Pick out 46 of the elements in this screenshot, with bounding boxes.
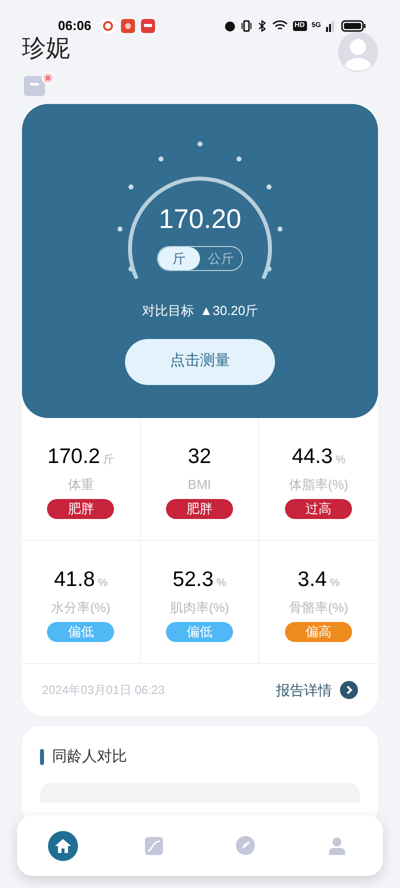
report-date: 2024年03月01日 06:23 xyxy=(42,682,165,699)
app-notification-icon xyxy=(141,19,156,33)
status-badge: 偏低 xyxy=(47,622,114,642)
vibrate-icon xyxy=(240,20,252,32)
metric-label: 体重 xyxy=(68,476,94,494)
battery-icon xyxy=(341,20,366,32)
metric-label: 肌肉率(%) xyxy=(170,599,230,617)
wifi-icon xyxy=(272,20,288,32)
app-notification-icon xyxy=(121,19,136,33)
status-badge: 肥胖 xyxy=(166,498,233,518)
metric-value: 32 xyxy=(188,444,212,470)
metric-value: 52.3 xyxy=(172,567,214,593)
metric-unit: % xyxy=(336,452,346,468)
section-marker xyxy=(40,749,44,766)
avatar[interactable] xyxy=(338,32,378,72)
metric-value: 44.3 xyxy=(292,444,333,470)
metric-value: 41.8 xyxy=(54,567,95,593)
weight-reading: 170.20 xyxy=(158,203,242,236)
measure-button[interactable]: 点击测量 xyxy=(125,338,275,384)
chevron-right-icon xyxy=(340,681,358,699)
metric-label: BMI xyxy=(188,476,212,494)
metric-label: 骨骼率(%) xyxy=(289,599,348,617)
app-notification-icon xyxy=(101,19,116,33)
unit-tab[interactable]: 斤 xyxy=(158,247,200,270)
metric-unit: 斤 xyxy=(103,452,114,468)
metric-label: 体脂率(%) xyxy=(289,476,348,494)
report-details-link[interactable]: 报告详情 xyxy=(276,680,358,700)
status-badge: 肥胖 xyxy=(47,498,114,518)
bluetooth-icon xyxy=(256,20,267,32)
target-difference: ▲30.20斤 xyxy=(200,302,258,320)
unit-tab[interactable]: 公斤 xyxy=(200,247,242,270)
metric-unit: % xyxy=(330,576,340,590)
metric-label: 水分率(%) xyxy=(51,599,110,617)
signal-icon xyxy=(326,20,336,32)
device-disconnected-icon xyxy=(22,72,54,98)
status-badge: 过高 xyxy=(285,498,352,518)
status-badge: 偏低 xyxy=(166,622,233,642)
status-time: 06:06 xyxy=(58,17,92,36)
metric-unit: % xyxy=(216,576,226,590)
section-title: 同龄人对比 xyxy=(52,747,127,767)
target-label: 对比目标 xyxy=(142,302,194,320)
metric-unit: % xyxy=(98,576,108,590)
metric-value: 170.2 xyxy=(48,444,100,470)
status-badge: 偏高 xyxy=(285,622,352,642)
metric-value: 3.4 xyxy=(298,567,327,593)
user-name: 珍妮 xyxy=(22,34,70,64)
